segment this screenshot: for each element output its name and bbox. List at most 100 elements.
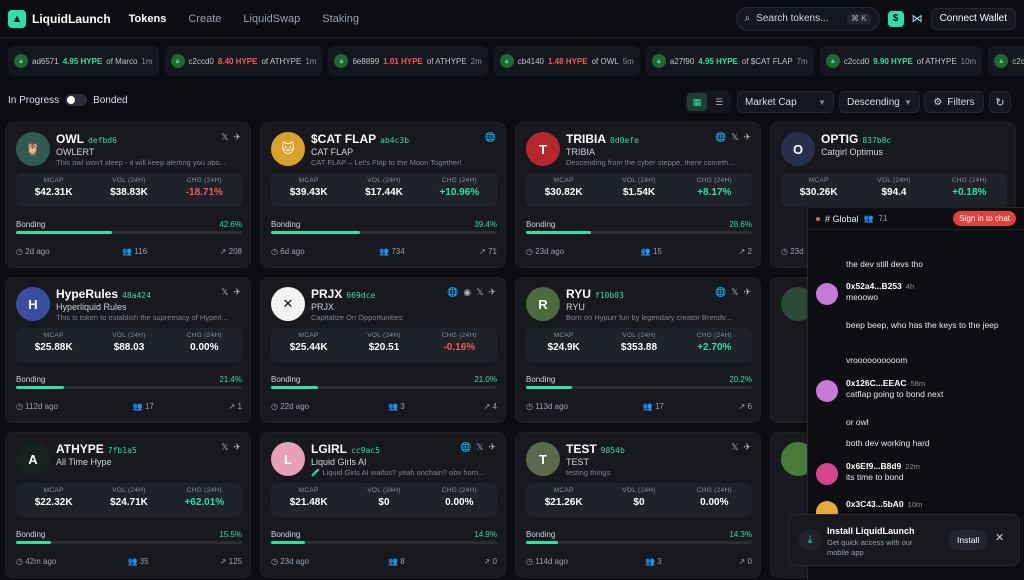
token-card[interactable]: 🐱 $CAT FLAP ab4c3b CAT FLAP CAT FLAP – Let's… bbox=[260, 122, 506, 268]
connect-wallet-button[interactable]: Connect Wallet bbox=[930, 7, 1016, 30]
chat-username[interactable]: 0x126C...EEAC bbox=[846, 378, 906, 388]
chat-user-count: 71 bbox=[878, 214, 888, 223]
search-input[interactable]: ⌕ Search tokens... ⌘ K bbox=[735, 6, 880, 31]
trades-count: 4 bbox=[492, 402, 497, 411]
telegram-icon[interactable]: ✈ bbox=[743, 287, 751, 298]
stat-vol: VOL (24H) $38.83K bbox=[91, 173, 166, 207]
nav-tokens[interactable]: Tokens bbox=[129, 13, 167, 25]
token-card[interactable]: H HypeRules 48a424 Hyperliquid Rules This is… bbox=[5, 277, 251, 423]
token-card[interactable]: T TEST 9854b TEST testing things 𝕏 ✈ MCAP $21.26… bbox=[515, 432, 761, 578]
ticker-item[interactable]: ▲ cb4140 1.48 HYPE of OWL 5m bbox=[493, 46, 640, 76]
x-icon[interactable]: 𝕏 bbox=[476, 442, 483, 453]
stat-value: $21.26K bbox=[544, 497, 583, 508]
telegram-icon[interactable]: ✈ bbox=[233, 442, 241, 453]
stat-vol: VOL (24H) $17.44K bbox=[346, 173, 421, 207]
x-icon[interactable]: 𝕏 bbox=[731, 442, 738, 453]
token-address: ab4c3b bbox=[380, 136, 410, 145]
grid-view-icon[interactable]: ▦ bbox=[687, 93, 707, 111]
chat-username[interactable]: 0x52a4...B253 bbox=[846, 281, 902, 291]
x-icon[interactable]: 𝕏 bbox=[221, 132, 228, 143]
x-icon[interactable]: 𝕏 bbox=[221, 287, 228, 298]
stat-value: $22.32K bbox=[34, 497, 73, 508]
token-card[interactable]: T TRIBIA 0d0efe TRIBIA Descending from the c… bbox=[515, 122, 761, 268]
refresh-button[interactable]: ↻ bbox=[989, 91, 1011, 113]
stat-value: 0.00% bbox=[445, 497, 474, 508]
bow-icon[interactable]: ⋈ bbox=[912, 12, 923, 25]
token-description: 🧪 Liquid Girls AI waifus? yeah onchain? … bbox=[311, 468, 485, 477]
ticker-item[interactable]: ▲ c2ccd0 8.40 HYPE of ATHYPE 1m bbox=[164, 46, 323, 76]
token-card[interactable]: 🦉 OWL defbd6 OWLERT This owl won't sleep - i… bbox=[5, 122, 251, 268]
ticker-item[interactable]: ▲ ad6571 4.95 HYPE of Marco 1m bbox=[8, 46, 159, 76]
sort-select[interactable]: Market Cap ▼ bbox=[737, 91, 834, 113]
ticker-item[interactable]: ▲ 6e8899 1.01 HYPE of ATHYPE 2m bbox=[328, 46, 488, 76]
token-age: ◷ 22d ago bbox=[271, 402, 309, 411]
telegram-icon[interactable]: ✈ bbox=[233, 132, 241, 143]
sign-in-to-chat-button[interactable]: Sign in to chat bbox=[953, 211, 1016, 226]
token-address: cc9ac5 bbox=[351, 446, 380, 455]
stat-chg: CHG (24H) +10.96% bbox=[422, 173, 497, 207]
in-progress-label: In Progress bbox=[8, 94, 60, 106]
ticker-item[interactable]: ▲c2ccd01.98 HYPEof ATHYPE11m bbox=[988, 46, 1024, 76]
token-name: $CAT FLAP ab4c3b bbox=[311, 132, 409, 146]
x-icon[interactable]: 𝕏 bbox=[221, 442, 228, 453]
token-card[interactable]: L LGIRL cc9ac5 Liquid Girls AI 🧪 Liquid Girl… bbox=[260, 432, 506, 578]
view-switch: ▦ ☰ bbox=[685, 91, 731, 113]
close-icon[interactable]: ✕ bbox=[995, 531, 1004, 544]
token-card[interactable]: ✕ PRJX 669dce PRJX Capitalize On Opportuniti… bbox=[260, 277, 506, 423]
trade-time: 2m bbox=[470, 56, 482, 66]
ticker-item[interactable]: ▲ a27f90 4.95 HYPE of $CAT FLAP 7m bbox=[645, 46, 814, 76]
chat-username[interactable]: 0x6Ef9...B8d9 bbox=[846, 461, 901, 471]
x-icon[interactable]: 𝕏 bbox=[731, 287, 738, 298]
stat-value: $24.71K bbox=[110, 497, 148, 508]
telegram-icon[interactable]: ✈ bbox=[743, 132, 751, 143]
telegram-icon[interactable]: ✈ bbox=[743, 442, 751, 453]
globe-icon[interactable]: 🌐 bbox=[460, 442, 471, 453]
telegram-icon[interactable]: ✈ bbox=[488, 287, 496, 298]
nav-liquidswap[interactable]: LiquidSwap bbox=[243, 13, 300, 25]
clock-icon: ◷ bbox=[526, 402, 536, 411]
chat-channel[interactable]: # Global bbox=[825, 214, 859, 224]
dollar-icon[interactable]: $ bbox=[887, 10, 904, 27]
token-card[interactable]: R RYU f10b03 RYU Born on Hypurr fun by legen… bbox=[515, 277, 761, 423]
telegram-icon[interactable]: ✈ bbox=[488, 442, 496, 453]
bonding-row: Bonding 20.2% bbox=[526, 375, 752, 384]
install-button[interactable]: Install bbox=[949, 530, 988, 550]
token-card[interactable]: A ATHYPE 7fb1a5 All Time Hype 𝕏 ✈ MCAP $22.32K V… bbox=[5, 432, 251, 578]
globe-icon[interactable]: 🌐 bbox=[485, 132, 496, 143]
chat-username[interactable]: 0x3C43...5bA0 bbox=[846, 499, 904, 509]
chat-time: 58m bbox=[910, 379, 926, 388]
chat-message: 0x126C...EEAC 58m catflap going to bond ne… bbox=[846, 378, 1018, 400]
order-select[interactable]: Descending ▼ bbox=[839, 91, 920, 113]
ticker-item[interactable]: ▲ c2ccd0 9.90 HYPE of ATHYPE 10m bbox=[819, 46, 983, 76]
stat-mcap: MCAP $21.26K bbox=[526, 483, 601, 517]
holders-count: 8 bbox=[400, 557, 405, 566]
x-icon[interactable]: 𝕏 bbox=[476, 287, 483, 298]
telegram-icon[interactable]: ✈ bbox=[233, 287, 241, 298]
globe-icon[interactable]: 🌐 bbox=[447, 287, 458, 298]
token-stats: MCAP $22.32K VOL (24H) $24.71K CHG (24H) +62.… bbox=[16, 483, 242, 517]
bonding-progress-fill bbox=[16, 541, 52, 544]
trader-avatar: ▲ bbox=[651, 54, 666, 68]
trade-amount: 8.40 HYPE bbox=[217, 56, 258, 66]
list-view-icon[interactable]: ☰ bbox=[709, 93, 729, 111]
trade-ticker: ▲ ad6571 4.95 HYPE of Marco 1m ▲ c2ccd0 8.40 HY… bbox=[0, 46, 1024, 76]
stat-chg: CHG (24H) +62.01% bbox=[167, 483, 242, 517]
sliders-icon: ⚙ bbox=[933, 96, 943, 108]
trade-time: 7m bbox=[796, 56, 808, 66]
stat-value: $88.03 bbox=[113, 342, 145, 353]
bonding-progress-fill bbox=[271, 231, 361, 234]
globe-icon[interactable]: 🌐 bbox=[715, 132, 726, 143]
users-icon: 👥 bbox=[132, 402, 145, 411]
bonded-toggle[interactable] bbox=[65, 94, 88, 106]
discord-icon[interactable]: ◉ bbox=[463, 287, 471, 298]
logo[interactable]: ▲ LiquidLaunch bbox=[8, 9, 111, 28]
x-icon[interactable]: 𝕏 bbox=[731, 132, 738, 143]
globe-icon[interactable]: 🌐 bbox=[715, 287, 726, 298]
bonding-progress-bar bbox=[526, 231, 752, 234]
trade-amount: 1.48 HYPE bbox=[548, 56, 588, 66]
nav-create[interactable]: Create bbox=[188, 13, 221, 25]
token-age: ◷ 114d ago bbox=[526, 557, 568, 566]
filters-button[interactable]: ⚙ Filters bbox=[924, 91, 984, 113]
token-footer: ◷ 23d ago 👥 15 ↗ 2 bbox=[526, 247, 752, 256]
nav-staking[interactable]: Staking bbox=[322, 13, 359, 25]
